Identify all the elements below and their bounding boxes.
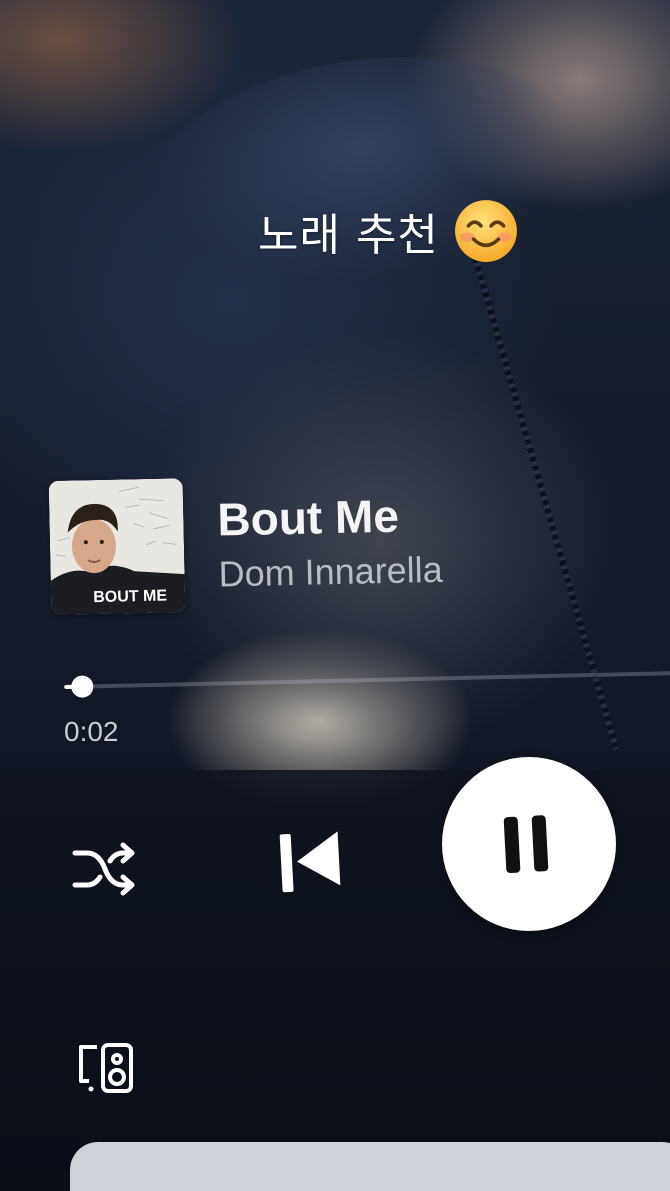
connect-device-button[interactable] — [74, 1040, 138, 1098]
smiling-face-emoji-icon — [454, 200, 517, 262]
caption-text: 노래 추천 — [258, 210, 439, 261]
track-meta: Bout Me Dom Innarella — [217, 488, 443, 597]
pause-icon — [503, 815, 549, 874]
skip-previous-icon — [279, 831, 341, 893]
now-playing-card[interactable]: BOUT ME Bout Me Dom Innarella — [48, 465, 652, 618]
play-pause-button[interactable] — [442, 757, 616, 931]
album-art: BOUT ME — [48, 478, 186, 615]
story-screen: 노래 추천 BOUT ME Bout Me Dom Innarella 0:02 — [0, 0, 670, 1191]
shuffle-icon — [72, 842, 135, 896]
connect-device-icon — [79, 1043, 133, 1093]
story-caption: 노래 추천 — [258, 196, 519, 266]
elapsed-time: 0:02 — [64, 716, 119, 747]
bottom-sheet-edge — [70, 1142, 670, 1191]
track-artist: Dom Innarella — [218, 548, 444, 595]
shuffle-button[interactable] — [66, 836, 142, 902]
album-cover-image: BOUT ME — [48, 478, 186, 615]
track-title: Bout Me — [216, 489, 400, 546]
album-art-text: BOUT ME — [93, 588, 167, 607]
previous-button[interactable] — [268, 820, 348, 900]
